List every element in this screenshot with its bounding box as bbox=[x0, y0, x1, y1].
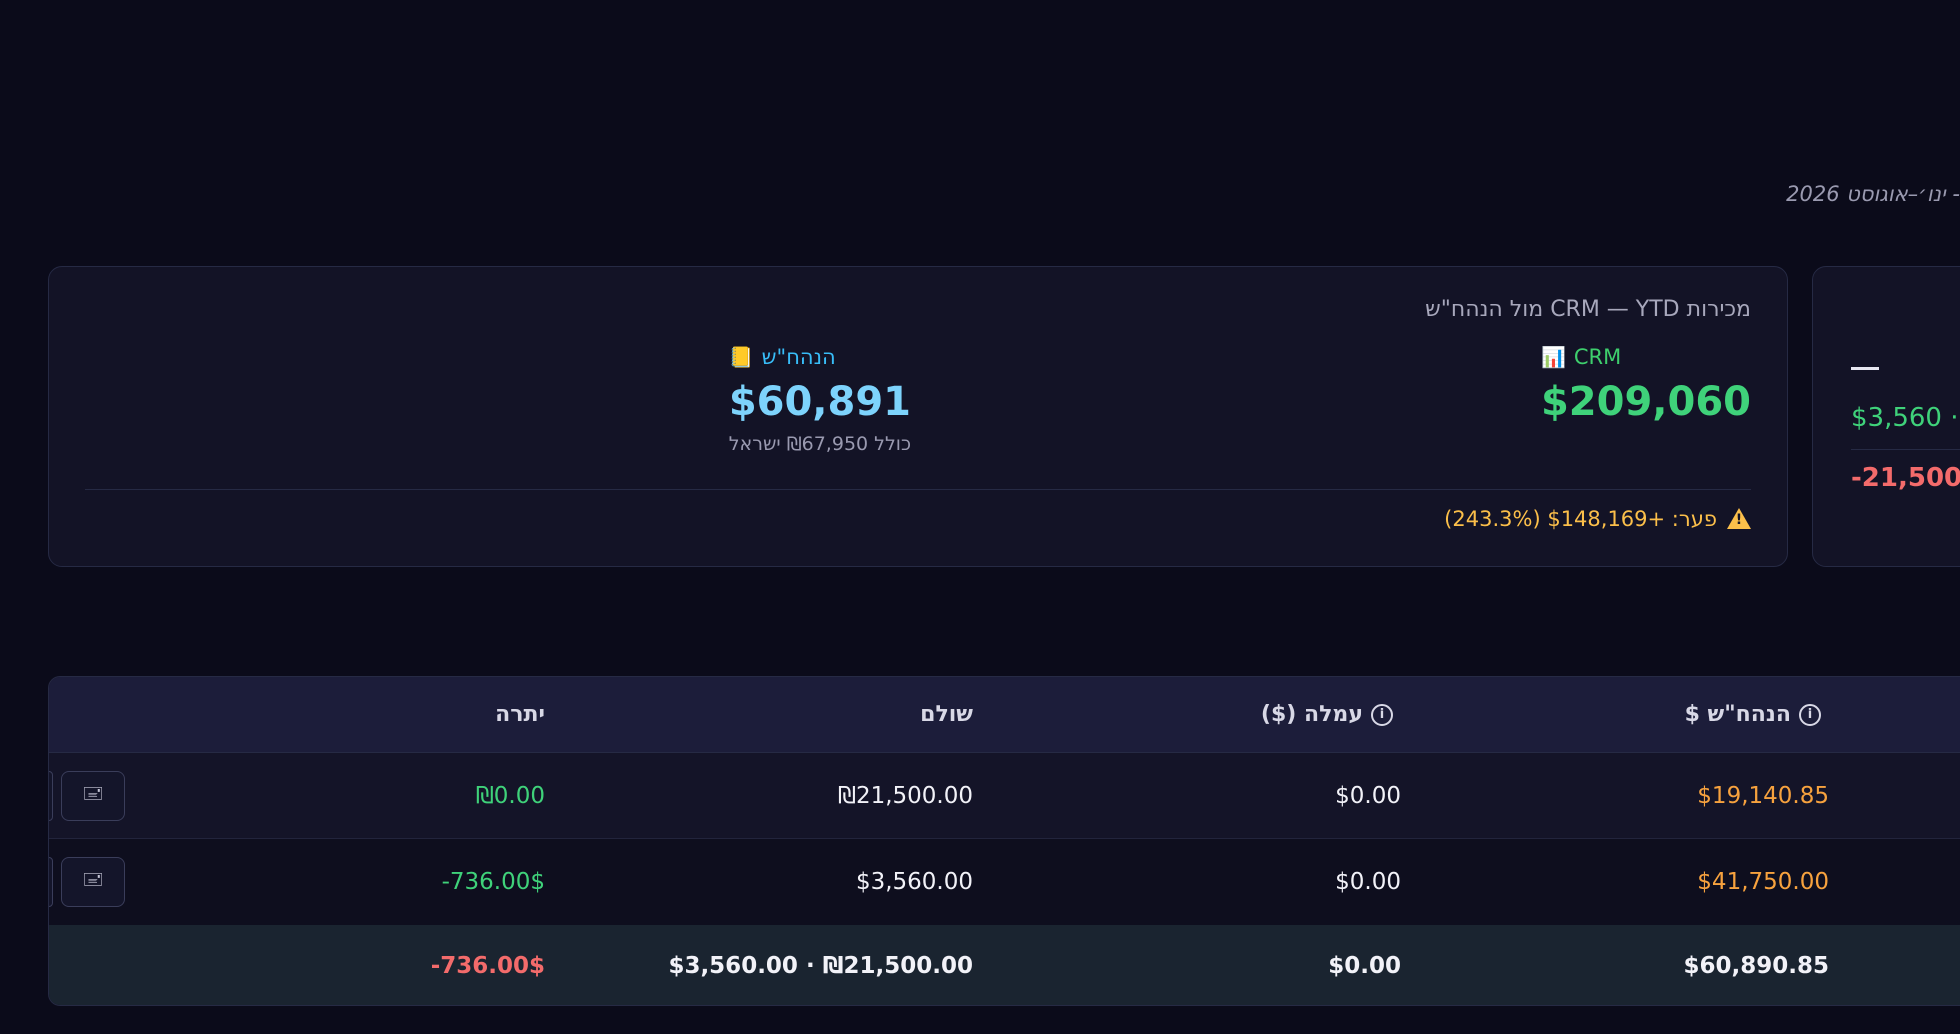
cell-fee-usd: $0.00 bbox=[1335, 869, 1401, 895]
payments-table: i הנהח"ש $ i עמלה ($) שולם יתרה $19,140.… bbox=[48, 676, 1960, 1006]
invoice-icon: 🖃 bbox=[82, 869, 104, 890]
ledger-icon: 📒 bbox=[728, 345, 754, 369]
crm-label-text: CRM bbox=[1573, 345, 1622, 369]
bar-chart-icon: 📊 bbox=[1540, 345, 1566, 369]
invoice-button[interactable]: 🖃 bbox=[61, 857, 125, 907]
invoice-icon: 🖃 bbox=[82, 783, 104, 804]
total-books-usd: $60,890.85 bbox=[1683, 953, 1829, 979]
header-books-usd[interactable]: i הנהח"ש $ bbox=[1509, 677, 1829, 752]
table-total-row: $60,890.85 $0.00 $3,560.00 · ₪21,500.00 … bbox=[49, 925, 1960, 1005]
cell-paid: $3,560.00 bbox=[855, 869, 973, 895]
row-action-edge[interactable] bbox=[49, 857, 53, 907]
books-metric-label: 📒 הנהח"ש bbox=[729, 345, 911, 369]
warning-icon bbox=[1727, 508, 1751, 530]
ytd-comparison-card: מכירות CRM — YTD מול הנהח"ש 📊 CRM $209,0… bbox=[48, 266, 1788, 567]
header-balance[interactable]: יתרה bbox=[245, 677, 545, 752]
cell-balance: ₪0.00 bbox=[475, 782, 545, 809]
crm-value: $209,060 bbox=[1540, 379, 1751, 425]
books-label-text: הנהח"ש bbox=[761, 345, 836, 369]
cell-balance: -736.00$ bbox=[441, 869, 545, 895]
total-balance: -736.00$ bbox=[430, 953, 545, 979]
table-row: $19,140.85 $0.00 ₪21,500.00 ₪0.00 🖃 bbox=[49, 753, 1960, 839]
cell-books-usd: $19,140.85 bbox=[1697, 782, 1829, 809]
row-action-edge[interactable] bbox=[49, 771, 53, 821]
side-dash bbox=[1851, 367, 1879, 370]
crm-metric: 📊 CRM $209,060 bbox=[1541, 345, 1751, 425]
table-header-row: i הנהח"ש $ i עמלה ($) שולם יתרה bbox=[49, 677, 1960, 753]
info-icon[interactable]: i bbox=[1799, 703, 1821, 726]
gap-row: פער: +$148,169 (243.3%) bbox=[1444, 507, 1751, 531]
books-value: $60,891 bbox=[728, 379, 911, 425]
invoice-button[interactable]: 🖃 bbox=[61, 771, 125, 821]
cell-paid: ₪21,500.00 bbox=[837, 782, 973, 809]
side-divider bbox=[1851, 449, 1960, 450]
gap-text: פער: +$148,169 (243.3%) bbox=[1444, 507, 1717, 531]
crm-metric-label: 📊 CRM bbox=[1541, 345, 1751, 369]
header-paid[interactable]: שולם bbox=[613, 677, 973, 752]
cell-fee-usd: $0.00 bbox=[1335, 782, 1401, 809]
ytd-card-title: מכירות CRM — YTD מול הנהח"ש bbox=[1425, 297, 1751, 322]
total-paid: $3,560.00 · ₪21,500.00 bbox=[668, 953, 973, 979]
table-row: $41,750.00 $0.00 $3,560.00 -736.00$ 🖃 bbox=[49, 839, 1960, 925]
side-summary-card: $3,560 · ₪ -21,500 · bbox=[1812, 266, 1960, 567]
dashboard: - ינו׳–אוגוסט 2026 מכירות CRM — YTD מול … bbox=[0, 0, 1960, 1034]
books-note: כולל ₪67,950 ישראל bbox=[728, 433, 911, 455]
header-fee-usd[interactable]: i עמלה ($) bbox=[1081, 677, 1401, 752]
page-subtitle: - ינו׳–אוגוסט 2026 bbox=[1786, 182, 1960, 206]
side-green-value: $3,560 · ₪ bbox=[1851, 403, 1960, 433]
card-divider bbox=[85, 489, 1751, 490]
books-metric: 📒 הנהח"ש $60,891 כולל ₪67,950 ישראל bbox=[729, 345, 911, 455]
total-fee-usd: $0.00 bbox=[1328, 953, 1401, 979]
cell-books-usd: $41,750.00 bbox=[1697, 869, 1829, 895]
info-icon[interactable]: i bbox=[1371, 703, 1393, 726]
side-red-value: -21,500 · bbox=[1851, 463, 1960, 493]
